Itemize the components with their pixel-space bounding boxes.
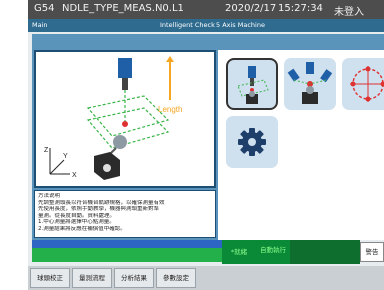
title-bar: G54 NDLE_TYPE_MEAS.N0.L1 2020/2/17 15:27… (28, 0, 384, 19)
probe-envelope-bottom (86, 107, 170, 149)
probe-diagram-panel: Length Z Y X (34, 50, 216, 188)
main-content: Length Z Y X 方法说明 先調整測頭長以符合機台軌跡規格，以確保測量有… (32, 34, 384, 240)
alarm-button[interactable]: 警告 (360, 242, 384, 262)
probe-length-diagram: Length Z Y X (44, 56, 182, 180)
login-status[interactable]: 未登入 (334, 3, 364, 18)
progress-bar-green (32, 248, 222, 262)
softkey-measure-flow[interactable]: 量測流程 (72, 268, 112, 288)
softkey-analysis-result[interactable]: 分析結果 (114, 268, 154, 288)
run-state-indicator: *就緒 (222, 240, 256, 264)
probe-shank (122, 78, 128, 90)
x-axis-label: X (72, 172, 77, 179)
center-measure-tile[interactable] (342, 58, 384, 110)
probe-length-tile[interactable] (226, 58, 278, 110)
time-display: 15:27:34 (278, 3, 323, 14)
gear-icon (238, 128, 266, 156)
controller-screen: G54 NDLE_TYPE_MEAS.N0.L1 2020/2/17 15:27… (28, 0, 384, 290)
stand-bolt (103, 164, 111, 172)
length-label: Length (158, 105, 182, 114)
status-strip: *就緒 自動執行 警告 (32, 240, 384, 264)
y-axis-label: Y (63, 153, 68, 160)
function-tiles-panel (218, 50, 384, 240)
calibration-ball (113, 135, 127, 149)
probe-body (118, 58, 132, 78)
mode-indicator: 自動執行 (256, 240, 290, 264)
softkey-bar: 球頭校正 量測流程 分析結果 參數設定 (28, 266, 384, 290)
work-offset-label: G54 (34, 3, 55, 14)
settings-tile[interactable] (226, 116, 278, 168)
probe-length-icon (237, 66, 269, 104)
center-target-icon (350, 66, 384, 102)
z-axis-label: Z (44, 147, 49, 154)
progress-bar-blue (32, 240, 222, 248)
softkey-parameter-settings[interactable]: 參數設定 (156, 268, 196, 288)
instruction-line: 2.測量結果將反應在補償值中確認。 (38, 225, 126, 232)
sub-header: Main Intelligent Check 5 Axis Machine (28, 19, 384, 32)
probe-tip-point (122, 121, 128, 127)
program-name: NDLE_TYPE_MEAS.N0.L1 (62, 3, 184, 14)
machine-type: 5 Axis Machine (216, 21, 265, 29)
breadcrumb-main[interactable]: Main (32, 21, 48, 29)
softkey-ball-calibration[interactable]: 球頭校正 (30, 268, 70, 288)
page-title: Intelligent Check (160, 21, 215, 29)
status-filler (290, 240, 360, 264)
multi-angle-probe-tile[interactable] (284, 58, 336, 110)
y-axis-line (49, 159, 65, 175)
instructions-box: 方法说明 先調整測頭長以符合機台軌跡規格，以確保測量有效 先使用長度，依照手動教… (34, 190, 216, 238)
probe-envelope-top (86, 95, 170, 137)
multi-angle-probe-icon (287, 62, 333, 104)
length-arrow-head (166, 56, 174, 62)
date-display: 2020/2/17 (225, 3, 277, 14)
